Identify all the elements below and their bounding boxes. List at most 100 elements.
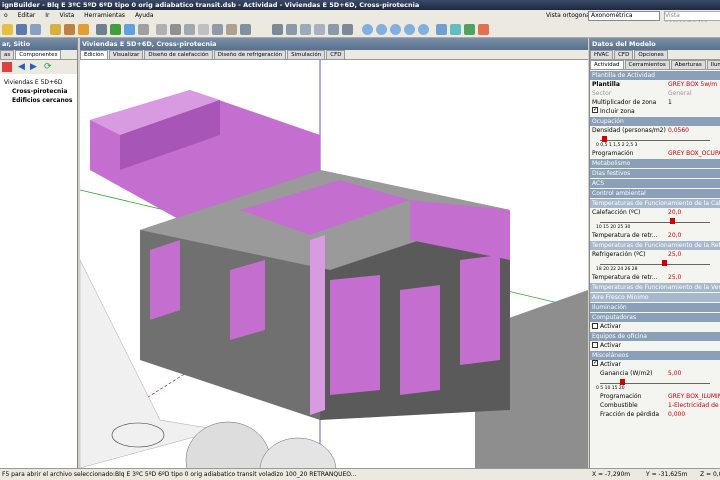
section-cooling-temps[interactable]: Temperaturas de Funcionamiento de la Ref… [590, 241, 720, 250]
cooling-setback-value[interactable]: 25,0 [668, 273, 681, 282]
menu-view[interactable]: Vista [59, 12, 74, 19]
tab-edit[interactable]: Edición [80, 50, 108, 59]
paint-icon[interactable] [78, 24, 89, 35]
arrow-right-icon[interactable]: ▶ [30, 62, 37, 72]
section-occupancy[interactable]: Ocupación [590, 117, 720, 126]
include-zone-row[interactable]: Incluir zona [590, 107, 720, 116]
section-miscellaneous[interactable]: Misceláneos [590, 351, 720, 360]
misc-activate-row[interactable]: Activar [590, 360, 720, 369]
perpendicular-view-field[interactable]: Vista perpendicular [664, 11, 720, 27]
copy-icon[interactable] [156, 24, 167, 35]
tab-enclosures[interactable]: Cerramientos [624, 60, 670, 69]
template-value[interactable]: GREY BOX 5w/m [668, 80, 717, 89]
view-icon[interactable] [450, 24, 461, 35]
multiplier-value[interactable]: 1 [668, 98, 672, 107]
rotate-icon[interactable] [138, 24, 149, 35]
computers-checkbox[interactable] [592, 323, 598, 329]
section-fresh-air[interactable]: Aire Fresco Mínimo [590, 293, 720, 302]
schedule2-row[interactable]: Programación GREY BOX_ILUMIN [590, 392, 720, 401]
zoom-in-icon[interactable] [362, 24, 373, 35]
tree-building[interactable]: Viviendas E 5D+6D [2, 78, 77, 87]
density-value[interactable]: 0,0560 [668, 126, 689, 135]
menu-go[interactable]: Ir [45, 12, 49, 19]
section-heating-temps[interactable]: Temperaturas de Funcionamiento de la Cal… [590, 199, 720, 208]
array-icon[interactable] [184, 24, 195, 35]
tab-activity[interactable]: Actividad [590, 60, 624, 69]
cut-icon[interactable] [226, 24, 237, 35]
tab-cooling-design[interactable]: Diseño de refrigeración [213, 50, 287, 59]
view-select[interactable]: Axonométrica [588, 11, 660, 21]
computers-activate-row[interactable]: Activar [590, 322, 720, 331]
arrow-left-icon[interactable]: ◀ [18, 62, 25, 72]
schedule-row[interactable]: Programación GREY BOX_OCUPAC [590, 149, 720, 158]
3d-viewport[interactable]: Viviendas E 5D+6D, Cross-pirotecnia Edic… [80, 38, 588, 468]
section-dhw[interactable]: ACS [590, 179, 720, 188]
circle-icon[interactable] [300, 24, 311, 35]
section-icon[interactable] [478, 24, 489, 35]
zoom-window-icon[interactable] [390, 24, 401, 35]
tab-openings[interactable]: Aberturas [670, 60, 706, 69]
dimension-icon[interactable] [328, 24, 339, 35]
schedule-value[interactable]: GREY BOX_OCUPAC [668, 149, 720, 158]
zoom-out-icon[interactable] [376, 24, 387, 35]
schedule2-value[interactable]: GREY BOX_ILUMIN [668, 392, 720, 401]
line-icon[interactable] [272, 24, 283, 35]
gain-row[interactable]: Ganancia (W/m2) 5,00 [590, 369, 720, 378]
zoom-extents-icon[interactable] [404, 24, 415, 35]
section-metabolism[interactable]: Metabolismo [590, 159, 720, 168]
office-activate-row[interactable]: Activar [590, 341, 720, 350]
arc-icon[interactable] [286, 24, 297, 35]
delete-icon[interactable] [2, 62, 12, 72]
misc-checkbox[interactable] [592, 360, 598, 366]
loss-fraction-row[interactable]: Fracción de pérdida 0,000 [590, 410, 720, 419]
loss-fraction-value[interactable]: 0,000 [668, 410, 685, 419]
move-icon[interactable] [124, 24, 135, 35]
pencil-icon[interactable] [64, 24, 75, 35]
offset-icon[interactable] [212, 24, 223, 35]
cooling-slider[interactable]: 18 20 22 24 26 28 [590, 259, 720, 273]
heating-setback-value[interactable]: 20,0 [668, 231, 681, 240]
section-ventilation-temps[interactable]: Temperaturas de Funcionamiento de la Ven… [590, 283, 720, 292]
density-slider[interactable]: 0 0,5 1 1,5 2 2,5 3 [590, 135, 720, 149]
mirror-icon[interactable] [170, 24, 181, 35]
tab-options[interactable]: Opciones [634, 50, 668, 59]
heating-setback-row[interactable]: Temperatura de retr... 20,0 [590, 231, 720, 240]
tool-icon[interactable] [50, 24, 61, 35]
section-computers[interactable]: Computadoras [590, 313, 720, 322]
tab-cfd-right[interactable]: CFD [614, 50, 634, 59]
tab-sites[interactable]: as [0, 50, 15, 59]
building-model[interactable] [80, 60, 588, 468]
section-holidays[interactable]: Días festivos [590, 169, 720, 178]
menu-file[interactable]: o [4, 12, 8, 19]
gain-slider[interactable]: 0 5 10 15 20 [590, 378, 720, 392]
add-block-icon[interactable] [110, 24, 121, 35]
tree-nearby-buildings[interactable]: Edificios cercanos [2, 96, 77, 105]
fuel-value[interactable]: 1-Electricidad de la re [668, 401, 720, 410]
tab-cfd[interactable]: CFD [326, 50, 346, 59]
pointer-icon[interactable] [96, 24, 107, 35]
pan-icon[interactable] [418, 24, 429, 35]
save-icon[interactable] [16, 24, 27, 35]
tree-block-cross[interactable]: Cross-pirotecnia [2, 87, 77, 96]
tab-simulation[interactable]: Simulación [287, 50, 326, 59]
heating-slider[interactable]: 10 15 20 25 30 [590, 217, 720, 231]
section-activity-template[interactable]: Plantilla de Actividad [590, 71, 720, 80]
template-row[interactable]: Plantilla GREY BOX 5w/m [590, 80, 720, 89]
tab-lighting[interactable]: Iluminació [706, 60, 720, 69]
cooling-setback-row[interactable]: Temperatura de retr... 25,0 [590, 273, 720, 282]
menu-help[interactable]: Ayuda [135, 12, 154, 19]
print-icon[interactable] [30, 24, 41, 35]
heating-row[interactable]: Calefacción (ºC) 20,0 [590, 208, 720, 217]
tab-heating-design[interactable]: Diseño de calefacción [144, 50, 213, 59]
menu-tools[interactable]: Herramientas [84, 12, 125, 19]
density-row[interactable]: Densidad (personas/m2) 0,0560 [590, 126, 720, 135]
orbit-icon[interactable] [436, 24, 447, 35]
snap-icon[interactable] [342, 24, 353, 35]
section-lighting[interactable]: Iluminación [590, 303, 720, 312]
office-checkbox[interactable] [592, 342, 598, 348]
menu-edit[interactable]: Editar [18, 12, 36, 19]
tab-components[interactable]: Componentes [15, 50, 62, 59]
tab-hvac[interactable]: HVAC [590, 50, 614, 59]
gain-value[interactable]: 5,00 [668, 369, 681, 378]
open-icon[interactable] [2, 24, 13, 35]
